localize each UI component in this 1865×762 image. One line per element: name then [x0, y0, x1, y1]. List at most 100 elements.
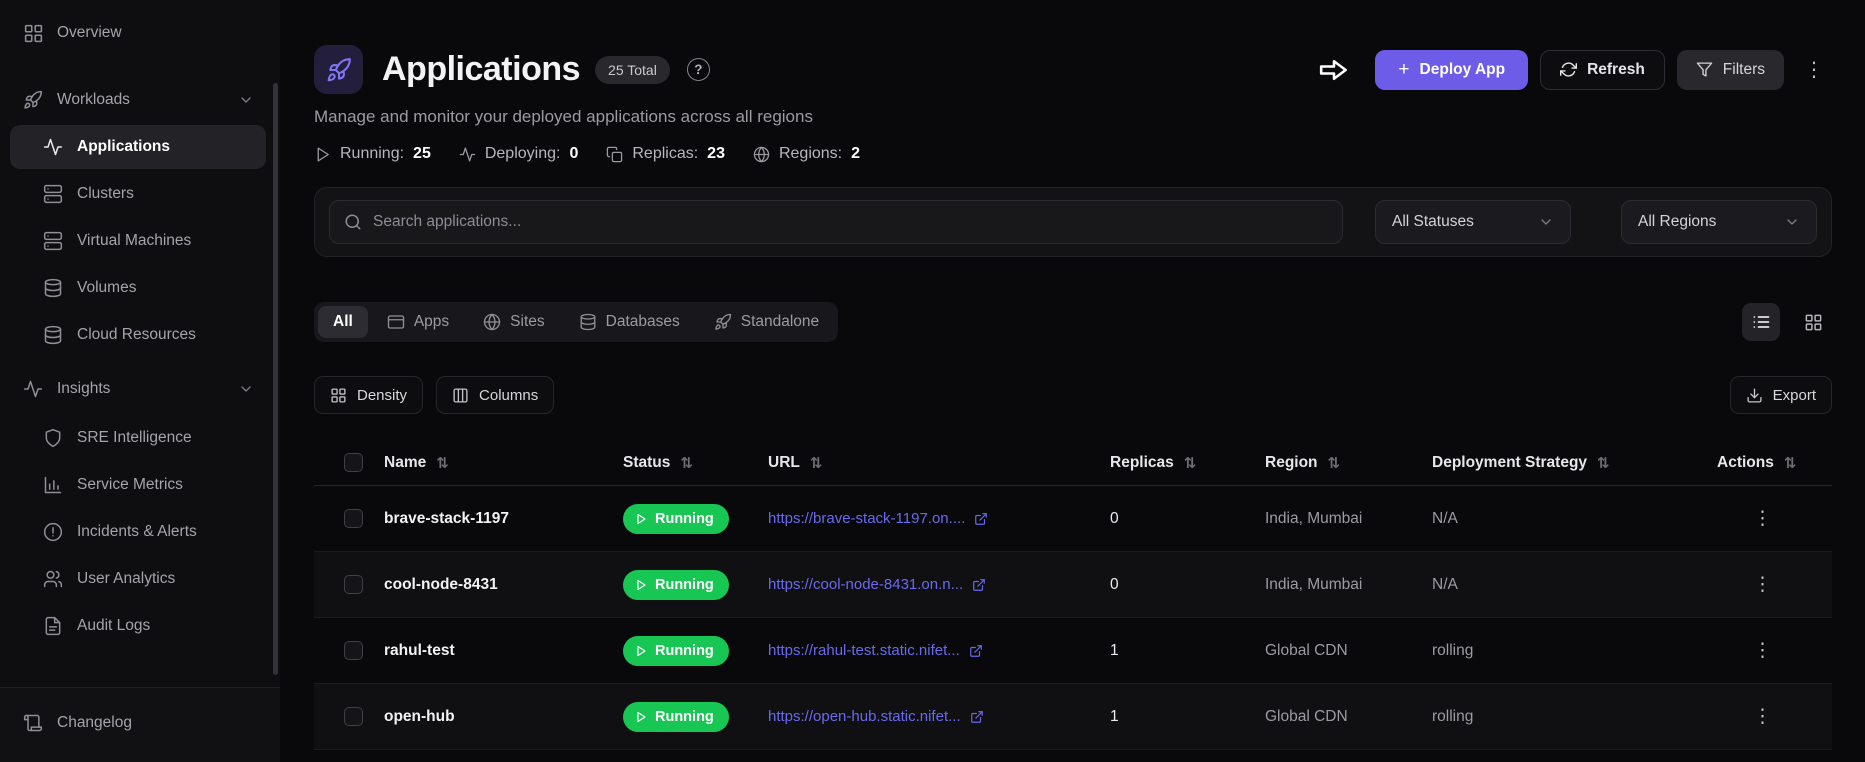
row-actions-button[interactable]: ⋮: [1743, 505, 1782, 532]
table-row: open-hub Running https://open-hub.static…: [314, 684, 1832, 750]
search-input[interactable]: [373, 213, 1328, 231]
region-value: India, Mumbai: [1265, 509, 1363, 527]
region-value: Global CDN: [1265, 707, 1348, 725]
column-header-actions[interactable]: Actions ⇅: [1717, 454, 1832, 472]
row-actions-button[interactable]: ⋮: [1743, 571, 1782, 598]
row-actions-button[interactable]: ⋮: [1743, 637, 1782, 664]
app-url-link[interactable]: https://brave-stack-1197.on....: [768, 510, 965, 527]
search-icon: [344, 213, 362, 231]
stat-label: Running:: [340, 145, 405, 162]
column-header-replicas[interactable]: Replicas ⇅: [1110, 454, 1265, 472]
plus-icon: +: [1398, 58, 1410, 80]
activity-icon: [459, 146, 476, 163]
sort-arrows-icon[interactable]: ⇅: [810, 454, 823, 472]
sidebar: Overview Workloads Applications Clusters…: [0, 0, 280, 762]
sort-arrows-icon[interactable]: ⇅: [1184, 454, 1197, 472]
list-view-button[interactable]: [1742, 303, 1780, 341]
tab-databases[interactable]: Databases: [564, 306, 695, 338]
database-icon: [579, 313, 597, 331]
region-filter-select[interactable]: All Regions: [1621, 200, 1817, 244]
tab-all[interactable]: All: [318, 306, 368, 338]
replicas-count: 1: [1110, 707, 1119, 725]
sidebar-item-label: Cloud Resources: [77, 326, 196, 343]
column-header-name[interactable]: Name ⇅: [384, 454, 623, 472]
sort-arrows-icon[interactable]: ⇅: [1784, 454, 1797, 472]
app-url-link[interactable]: https://open-hub.static.nifet...: [768, 708, 961, 725]
status-filter-select[interactable]: All Statuses: [1375, 200, 1571, 244]
stat-value: 25: [413, 145, 431, 162]
bar-chart-icon: [42, 474, 64, 496]
deploy-app-button[interactable]: + Deploy App: [1375, 49, 1529, 90]
sort-arrows-icon[interactable]: ⇅: [680, 454, 693, 472]
funnel-icon: [1696, 61, 1713, 78]
column-header-url[interactable]: URL ⇅: [768, 454, 1110, 472]
sidebar-item-sre-intelligence[interactable]: SRE Intelligence: [10, 416, 266, 460]
external-link-icon[interactable]: [969, 644, 983, 658]
sort-arrows-icon[interactable]: ⇅: [1328, 454, 1341, 472]
tab-sites[interactable]: Sites: [468, 306, 559, 338]
stat-label: Deploying:: [484, 145, 561, 162]
tab-standalone[interactable]: Standalone: [699, 306, 834, 338]
sidebar-item-volumes[interactable]: Volumes: [10, 266, 266, 310]
deploy-app-label: Deploy App: [1419, 60, 1506, 78]
refresh-button[interactable]: Refresh: [1540, 49, 1665, 90]
region-filter-value: All Regions: [1638, 213, 1717, 230]
sidebar-item-insights[interactable]: Insights: [10, 367, 266, 411]
tab-label: Apps: [413, 313, 450, 330]
sidebar-item-clusters[interactable]: Clusters: [10, 172, 266, 216]
sidebar-item-applications[interactable]: Applications: [10, 125, 266, 169]
sidebar-item-incidents-alerts[interactable]: Incidents & Alerts: [10, 510, 266, 554]
external-link-icon[interactable]: [970, 710, 984, 724]
sidebar-item-virtual-machines[interactable]: Virtual Machines: [10, 219, 266, 263]
region-value: India, Mumbai: [1265, 575, 1363, 593]
select-all-checkbox[interactable]: [344, 453, 363, 472]
column-header-strategy[interactable]: Deployment Strategy ⇅: [1432, 454, 1717, 472]
sidebar-scrollbar[interactable]: [273, 83, 278, 675]
status-badge: Running: [623, 569, 729, 600]
row-checkbox[interactable]: [344, 509, 363, 528]
play-icon: [635, 711, 647, 723]
copy-icon: [606, 146, 623, 163]
stats-row: Running: 25 Deploying: 0 Replicas: 23 Re…: [314, 145, 1832, 163]
row-checkbox[interactable]: [344, 575, 363, 594]
sidebar-item-user-analytics[interactable]: User Analytics: [10, 557, 266, 601]
help-icon[interactable]: ?: [686, 58, 710, 81]
sidebar-item-label: User Analytics: [77, 570, 176, 587]
more-options-button[interactable]: ⋮: [1796, 56, 1832, 84]
app-url-link[interactable]: https://rahul-test.static.nifet...: [768, 642, 960, 659]
column-header-status[interactable]: Status ⇅: [623, 454, 768, 472]
sort-arrows-icon[interactable]: ⇅: [436, 454, 449, 472]
stat-running: Running: 25: [314, 145, 431, 163]
columns-button[interactable]: Columns: [436, 376, 555, 414]
sidebar-item-overview[interactable]: Overview: [10, 11, 266, 55]
sidebar-item-label: Workloads: [57, 91, 130, 108]
replicas-count: 0: [1110, 509, 1119, 527]
sidebar-item-label: Incidents & Alerts: [77, 523, 197, 540]
row-actions-button[interactable]: ⋮: [1743, 703, 1782, 730]
sidebar-item-changelog[interactable]: Changelog: [10, 701, 266, 745]
rocket-icon: [22, 89, 44, 111]
column-header-region[interactable]: Region ⇅: [1265, 454, 1432, 472]
columns-label: Columns: [479, 386, 539, 404]
row-checkbox[interactable]: [344, 641, 363, 660]
database-icon: [42, 324, 64, 346]
external-link-icon[interactable]: [974, 512, 988, 526]
app-url-link[interactable]: https://cool-node-8431.on.n...: [768, 576, 963, 593]
grid-view-button[interactable]: [1794, 303, 1832, 341]
tab-apps[interactable]: Apps: [372, 306, 464, 338]
app-root: Overview Workloads Applications Clusters…: [0, 0, 1865, 762]
server-icon: [42, 183, 64, 205]
sidebar-item-service-metrics[interactable]: Service Metrics: [10, 463, 266, 507]
status-badge: Running: [623, 701, 729, 732]
external-link-icon[interactable]: [972, 578, 986, 592]
export-button[interactable]: Export: [1729, 376, 1832, 414]
row-checkbox[interactable]: [344, 707, 363, 726]
filters-button[interactable]: Filters: [1676, 49, 1784, 90]
status-badge: Running: [623, 503, 729, 534]
sidebar-item-cloud-resources[interactable]: Cloud Resources: [10, 313, 266, 357]
sort-arrows-icon[interactable]: ⇅: [1597, 454, 1610, 472]
sidebar-item-label: Overview: [57, 24, 122, 41]
sidebar-item-audit-logs[interactable]: Audit Logs: [10, 604, 266, 648]
density-button[interactable]: Density: [314, 376, 424, 414]
sidebar-item-workloads[interactable]: Workloads: [10, 78, 266, 122]
